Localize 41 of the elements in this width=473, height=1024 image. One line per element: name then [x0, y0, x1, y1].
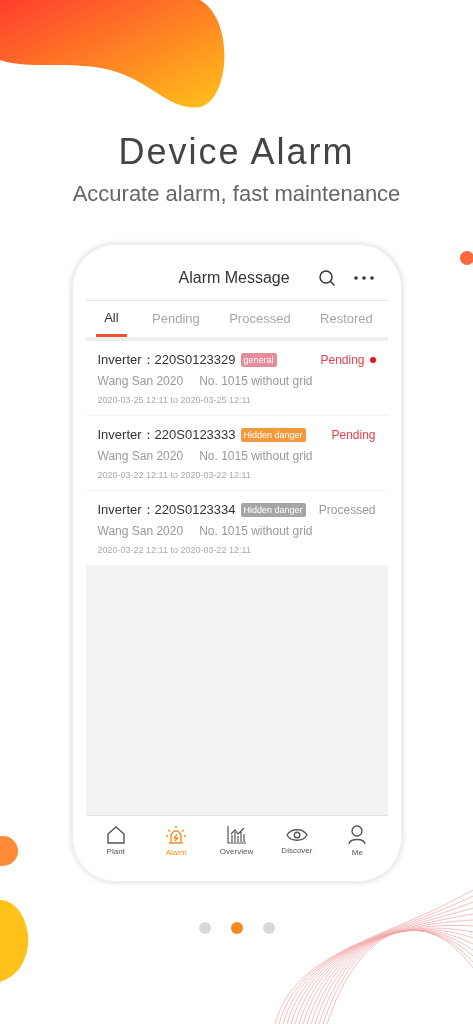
alarm-status: Processed: [318, 503, 376, 517]
blob-decoration: [0, 835, 18, 867]
eye-icon: [285, 827, 308, 843]
page-heading: Device Alarm: [118, 130, 355, 174]
fault-text: No. 1015 without grid: [199, 449, 313, 463]
filter-tab[interactable]: All: [96, 301, 127, 337]
plant-name: Wang San 2020: [97, 524, 184, 538]
device-name: Inverter：220S0123334: [97, 501, 236, 519]
fault-text: No. 1015 without grid: [199, 374, 313, 388]
device-name: Inverter：220S0123333: [97, 426, 236, 444]
search-icon[interactable]: [317, 269, 336, 287]
nav-tab[interactable]: Discover: [266, 816, 328, 866]
alarm-tag: Hidden danger: [240, 428, 306, 442]
plant-name: Wang San 2020: [97, 374, 184, 388]
alarm-period: 2020-03-22 12:11 to 2020-03-22 12:11: [97, 470, 252, 480]
alarm-card[interactable]: Inverter：220S0123334 Hidden danger Processed Wang San 2020 No. 1015 without grid 2020-03-22 12:11 to 2020-03-22 12:11: [85, 491, 388, 565]
person-icon: [348, 825, 367, 845]
fault-text: No. 1015 without grid: [199, 524, 313, 538]
nav-tab[interactable]: Overview: [206, 816, 267, 866]
device-name: Inverter：220S0123329: [97, 351, 236, 369]
page-dot[interactable]: [230, 922, 243, 934]
page-subheading: Accurate alarm, fast maintenance: [72, 180, 401, 208]
page-dot[interactable]: [198, 922, 211, 934]
nav-tab[interactable]: Plant: [85, 816, 146, 866]
plant-name: Wang San 2020: [97, 449, 184, 463]
alarm-card[interactable]: Inverter：220S0123333 Hidden danger Pending Wang San 2020 No. 1015 without grid 2020-03-22 12:11 to 2020-03-22 12:11: [85, 416, 388, 490]
alarm-card[interactable]: Inverter：220S0123329 general Pending Wang San 2020 No. 1015 without grid 2020-03-25 12:11 to 2020-03-25 12:11: [85, 341, 388, 415]
alarm-status: Pending: [331, 428, 376, 442]
more-icon[interactable]: [353, 276, 374, 280]
alarm-tag: Hidden danger: [240, 503, 306, 517]
nav-tab[interactable]: Me: [327, 816, 388, 866]
alarm-period: 2020-03-25 12:11 to 2020-03-25 12:11: [97, 395, 252, 405]
alarm-status: Pending: [320, 353, 365, 367]
page-dot[interactable]: [262, 922, 275, 934]
house-icon: [105, 826, 126, 844]
screen-title: Alarm Message: [178, 269, 290, 287]
alarm-period: 2020-03-22 12:11 to 2020-03-22 12:11: [97, 545, 252, 555]
bar-chart-icon: [226, 826, 247, 844]
alarm-tag: general: [240, 353, 277, 367]
siren-icon: [165, 825, 188, 845]
dot-decoration: [460, 251, 473, 265]
